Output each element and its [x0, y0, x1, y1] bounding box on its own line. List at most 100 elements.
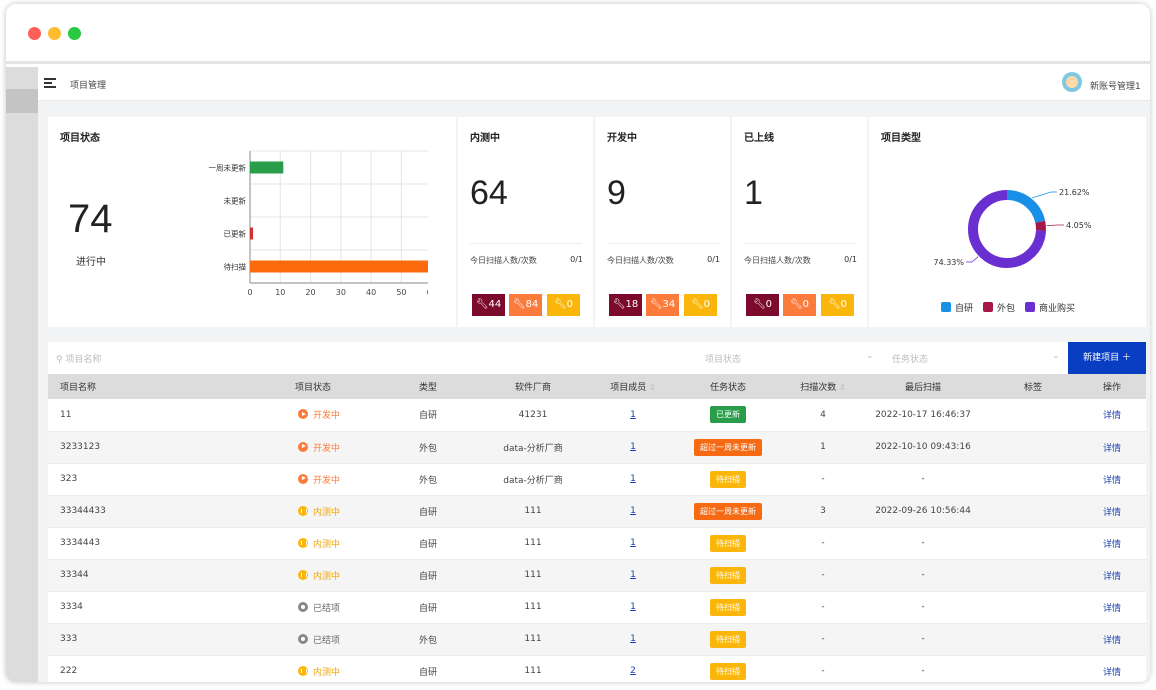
- cell-status: 开发中: [238, 431, 388, 464]
- pill-issue-high[interactable]: 🔧︎84: [509, 294, 542, 316]
- pill-issue-medium[interactable]: 🔧︎0: [684, 294, 717, 316]
- cell-tag: [988, 623, 1078, 656]
- cell-last-scan: -: [858, 559, 988, 592]
- details-link[interactable]: 详情: [1103, 636, 1121, 646]
- side-nav-selected-item[interactable]: [6, 89, 38, 113]
- members-link[interactable]: 1: [630, 506, 636, 516]
- play-circle-icon: [298, 409, 308, 420]
- filter-bar: ⚲ 项目名称 项目状态 ⌄ 任务状态 ⌄ 新建项目 ＋: [48, 342, 1146, 374]
- cell-tag: [988, 431, 1078, 464]
- card-title: 项目状态: [60, 133, 100, 144]
- cell-action: 详情: [1078, 399, 1146, 432]
- chevron-down-icon[interactable]: ⌄: [866, 351, 874, 361]
- details-link[interactable]: 详情: [1103, 444, 1121, 454]
- table-row: 3233123 开发中 外包 data-分析厂商 1 超过一周未更新 1 2022-10-10…: [48, 431, 1146, 464]
- details-link[interactable]: 详情: [1103, 604, 1121, 614]
- details-link[interactable]: 详情: [1103, 668, 1121, 678]
- legend-item-purchased[interactable]: 商业购买: [1025, 301, 1075, 314]
- bar[interactable]: [250, 260, 428, 273]
- cell-status: 内测中: [238, 559, 388, 592]
- details-link[interactable]: 详情: [1103, 540, 1121, 550]
- search-input[interactable]: ⚲ 项目名称: [56, 352, 101, 365]
- cell-tag: [988, 495, 1078, 528]
- cell-name: 333: [48, 623, 238, 656]
- donut-slice[interactable]: [1035, 220, 1046, 231]
- cell-task-status: 待扫描: [668, 463, 788, 496]
- cell-vendor: 111: [468, 591, 598, 624]
- pill-issue-critical[interactable]: 🔧︎44: [472, 294, 505, 316]
- pill-issue-medium[interactable]: 🔧︎0: [547, 294, 580, 316]
- table-row: 33344433 内测中 自研 111 1 超过一周未更新 3 2022-09-26 10:5…: [48, 495, 1146, 528]
- pill-issue-high[interactable]: 🔧︎34: [646, 294, 679, 316]
- col-header-scan-count[interactable]: 扫描次数 ⇕: [788, 374, 858, 399]
- sort-icon[interactable]: ⇕: [649, 383, 656, 392]
- col-header-task-status: 任务状态: [668, 374, 788, 399]
- project-status-select[interactable]: 项目状态: [705, 352, 741, 365]
- new-project-button[interactable]: 新建项目 ＋: [1068, 342, 1146, 374]
- avatar[interactable]: [1062, 72, 1082, 92]
- maximize-window-button[interactable]: [68, 27, 81, 40]
- members-link[interactable]: 1: [630, 410, 636, 420]
- chevron-down-icon[interactable]: ⌄: [1052, 351, 1060, 361]
- card-title: 内测中: [470, 133, 500, 144]
- stage-card-online[interactable]: 已上线 1 今日扫描人数/次数 0/1 🔧︎0 🔧︎0 🔧︎0: [732, 117, 867, 327]
- project-type-card: 项目类型 21.62% 4.05% 74.33% 自研 外包 商业购买: [869, 117, 1146, 327]
- members-link[interactable]: 1: [630, 474, 636, 484]
- cell-scan-count: -: [788, 655, 858, 682]
- task-status-badge: 待扫描: [710, 566, 746, 584]
- details-link[interactable]: 详情: [1103, 572, 1121, 582]
- status-bar-chart: 010203040506070一周未更新未更新已更新待扫描: [209, 150, 428, 297]
- members-link[interactable]: 1: [630, 538, 636, 548]
- donut-slice[interactable]: [1006, 190, 1046, 224]
- cell-action: 详情: [1078, 559, 1146, 592]
- wrench-icon: 🔧︎: [752, 299, 766, 310]
- legend-item-outsourced[interactable]: 外包: [983, 301, 1015, 314]
- cell-task-status: 待扫描: [668, 655, 788, 682]
- wrench-icon: 🔧︎: [512, 299, 526, 310]
- cell-task-status: 超过一周未更新: [668, 495, 788, 528]
- members-link[interactable]: 1: [630, 442, 636, 452]
- bar[interactable]: [250, 227, 254, 240]
- details-link[interactable]: 详情: [1103, 411, 1121, 421]
- divider: [744, 243, 856, 244]
- col-header-tag: 标签: [988, 374, 1078, 399]
- cell-tag: [988, 591, 1078, 624]
- pill-issue-critical[interactable]: 🔧︎0: [746, 294, 779, 316]
- legend-swatch: [941, 302, 951, 312]
- task-status-badge: 待扫描: [710, 534, 746, 552]
- pill-issue-critical[interactable]: 🔧︎18: [609, 294, 642, 316]
- members-link[interactable]: 1: [630, 602, 636, 612]
- pill-issue-high[interactable]: 🔧︎0: [783, 294, 816, 316]
- stage-card-developing[interactable]: 开发中 9 今日扫描人数/次数 0/1 🔧︎18 🔧︎34 🔧︎0: [595, 117, 730, 327]
- members-link[interactable]: 1: [630, 570, 636, 580]
- details-link[interactable]: 详情: [1103, 508, 1121, 518]
- col-header-members[interactable]: 项目成员 ⇕: [598, 374, 668, 399]
- sort-icon[interactable]: ⇕: [839, 383, 846, 392]
- stage-card-testing[interactable]: 内测中 64 今日扫描人数/次数 0/1 🔧︎44 🔧︎84 🔧︎0: [458, 117, 593, 327]
- members-link[interactable]: 1: [630, 634, 636, 644]
- username[interactable]: 新账号管理1: [1090, 79, 1141, 92]
- col-header-type: 类型: [388, 374, 468, 399]
- cell-vendor: data-分析厂商: [468, 431, 598, 464]
- members-link[interactable]: 2: [630, 666, 636, 676]
- slice-value-label: 74.33%: [933, 258, 964, 267]
- task-status-select[interactable]: 任务状态: [892, 352, 928, 365]
- details-link[interactable]: 详情: [1103, 476, 1121, 486]
- cell-last-scan: -: [858, 591, 988, 624]
- wrench-icon: 🔧︎: [789, 299, 803, 310]
- x-tick-label: 0: [247, 288, 252, 297]
- stage-count: 64: [470, 174, 508, 212]
- close-window-button[interactable]: [28, 27, 41, 40]
- pill-issue-medium[interactable]: 🔧︎0: [821, 294, 854, 316]
- table-row: 222 内测中 自研 111 2 待扫描 - - 详情: [48, 655, 1146, 682]
- bar[interactable]: [250, 161, 284, 174]
- minimize-window-button[interactable]: [48, 27, 61, 40]
- divider: [470, 243, 582, 244]
- cell-tag: [988, 527, 1078, 560]
- legend-item-self-dev[interactable]: 自研: [941, 301, 973, 314]
- cell-members: 1: [598, 463, 668, 496]
- cell-task-status: 超过一周未更新: [668, 431, 788, 464]
- cell-type: 自研: [388, 655, 468, 682]
- table-row: 33344 内测中 自研 111 1 待扫描 - - 详情: [48, 559, 1146, 592]
- menu-fold-icon[interactable]: [44, 78, 56, 89]
